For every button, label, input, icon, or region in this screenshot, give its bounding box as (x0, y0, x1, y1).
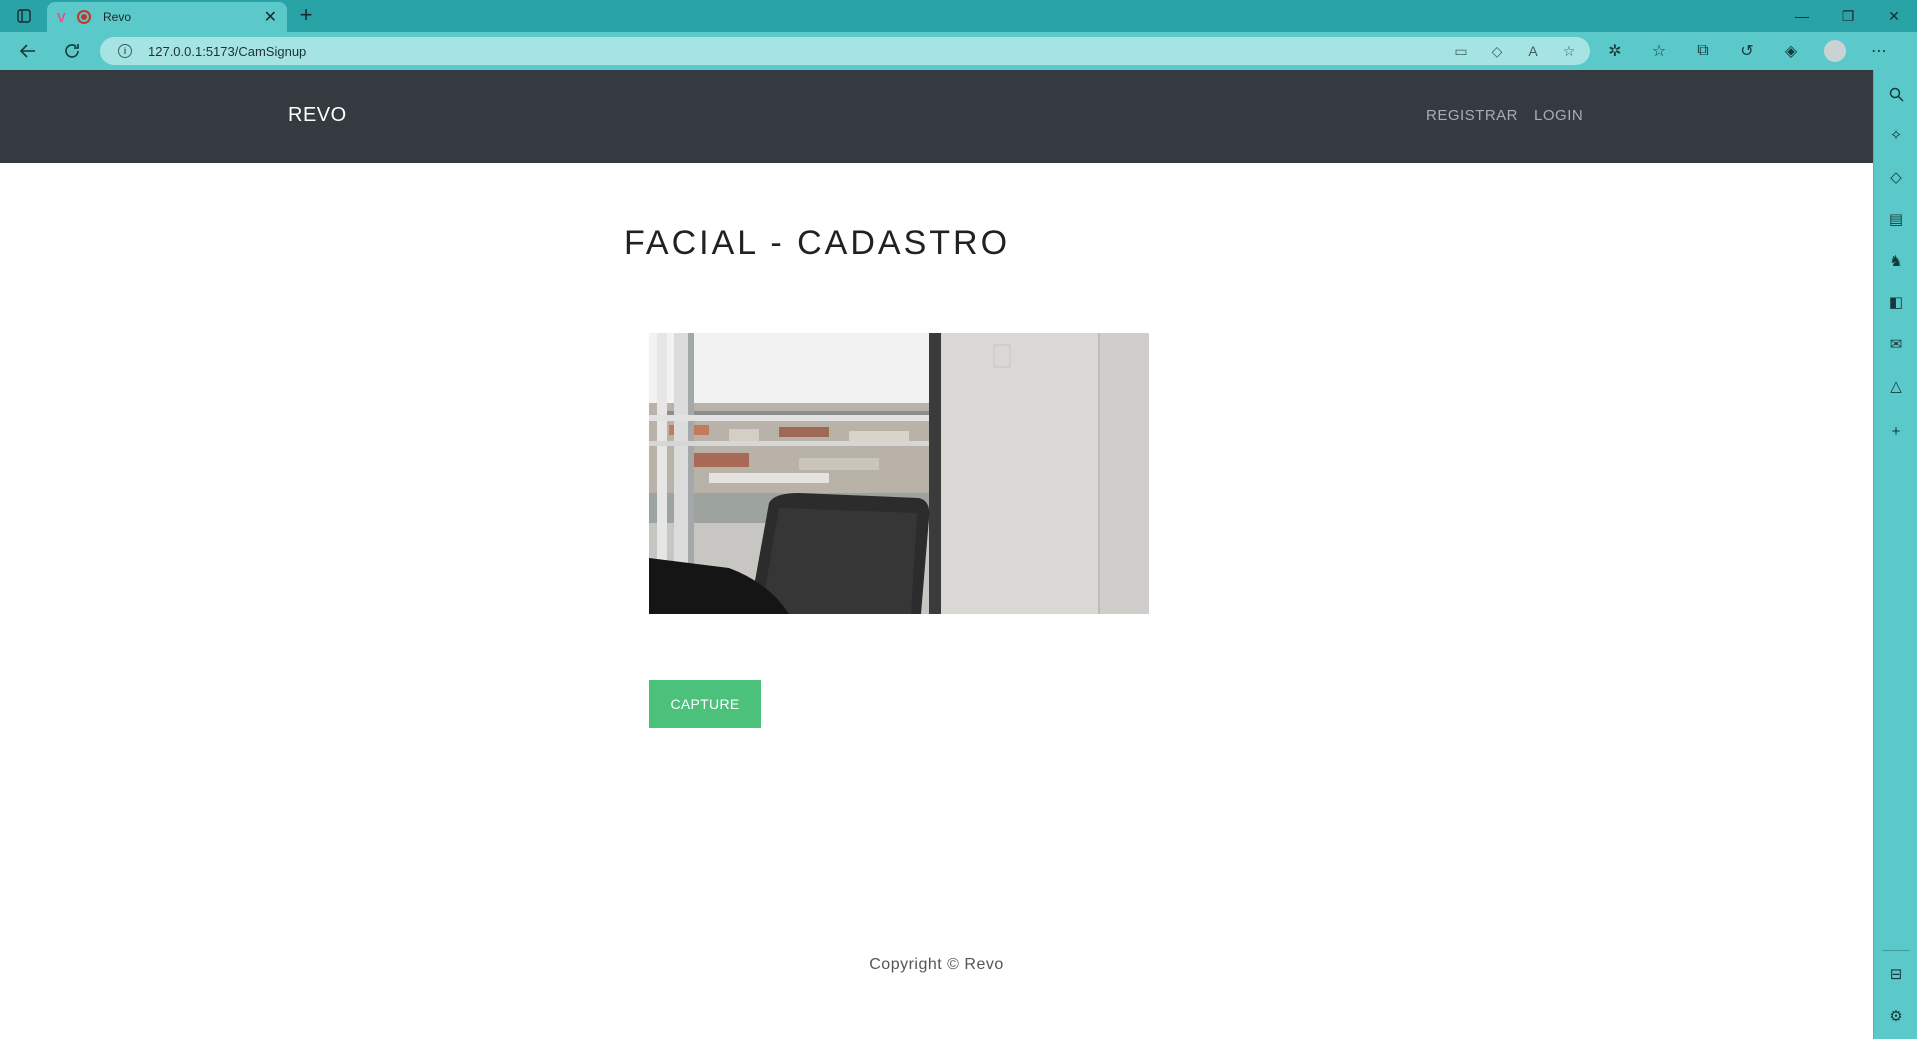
new-tab-button[interactable]: + (294, 4, 318, 28)
browser-toolbar: i 127.0.0.1:5173/CamSignup ▭ ◇ A ☆ ✲ ☆ ⧉… (0, 32, 1917, 70)
tab-actions-button[interactable] (10, 5, 38, 27)
browser-tab[interactable]: V Revo ✕ (47, 2, 287, 32)
webcam-feed (649, 333, 1149, 614)
browser-sidebar: ✧ ◇ ▤ ♞ ◧ ✉ △ + ⊟ ⚙ (1873, 70, 1917, 1039)
drop-icon[interactable]: △ (1886, 376, 1906, 396)
shopping-tag-icon[interactable]: ◇ (1886, 167, 1906, 187)
nav-links: REGISTRAR LOGIN (1426, 107, 1583, 124)
vite-favicon-icon: V (57, 9, 66, 25)
games-icon[interactable]: ♞ (1886, 251, 1906, 271)
read-aloud-icon[interactable]: A (1524, 42, 1542, 60)
history-icon[interactable]: ↺ (1732, 38, 1762, 64)
close-window-button[interactable]: ✕ (1871, 0, 1917, 32)
browser-essentials-icon[interactable]: ◈ (1776, 38, 1806, 64)
footer-copyright: Copyright © Revo (869, 956, 1004, 973)
extensions-icon[interactable]: ✲ (1600, 38, 1630, 64)
browser-tab-bar: V Revo ✕ + — ❐ ✕ (0, 0, 1917, 32)
refresh-button[interactable] (58, 38, 86, 64)
page-title: FACIAL - CADASTRO (624, 224, 1011, 262)
capture-button[interactable]: CAPTURE (649, 680, 761, 728)
back-arrow-icon (19, 44, 35, 58)
address-url[interactable]: 127.0.0.1:5173/CamSignup (148, 44, 306, 59)
minimize-button[interactable]: — (1779, 0, 1825, 32)
collections-icon[interactable]: ⧉ (1688, 38, 1718, 64)
add-sidebar-app-icon[interactable]: + (1886, 421, 1906, 441)
toolbar-actions: ✲ ☆ ⧉ ↺ ◈ ⋯ (1600, 38, 1894, 64)
settings-gear-icon[interactable]: ⚙ (1886, 1006, 1906, 1026)
site-navbar: REVO REGISTRAR LOGIN (0, 70, 1873, 163)
site-info-icon[interactable]: i (118, 44, 132, 58)
office-icon[interactable]: ◧ (1886, 292, 1906, 312)
more-menu-icon[interactable]: ⋯ (1864, 38, 1894, 64)
outlook-icon[interactable]: ✉ (1886, 334, 1906, 354)
profile-avatar[interactable] (1824, 40, 1846, 62)
favorites-icon[interactable]: ☆ (1644, 38, 1674, 64)
restore-button[interactable]: ❐ (1825, 0, 1871, 32)
hide-sidebar-icon[interactable]: ⊟ (1886, 964, 1906, 984)
tools-briefcase-icon[interactable]: ▤ (1886, 209, 1906, 229)
back-button[interactable] (14, 38, 42, 64)
webcam-image (649, 333, 1149, 614)
tab-close-icon[interactable]: ✕ (264, 7, 277, 27)
copilot-icon[interactable]: ✧ (1886, 125, 1906, 145)
search-icon[interactable] (1886, 84, 1906, 104)
camera-permission-icon[interactable]: ▭ (1452, 42, 1470, 60)
refresh-icon (65, 44, 79, 58)
brand-logo[interactable]: REVO (288, 104, 347, 127)
sidebar-divider (1882, 950, 1910, 951)
tab-title: Revo (103, 10, 132, 24)
recording-icon (77, 10, 91, 24)
tab-actions-icon (17, 9, 31, 23)
nav-link-registrar[interactable]: REGISTRAR (1426, 107, 1518, 124)
coupon-tag-icon[interactable]: ◇ (1488, 42, 1506, 60)
window-controls: — ❐ ✕ (1779, 0, 1917, 32)
address-bar[interactable]: i 127.0.0.1:5173/CamSignup ▭ ◇ A ☆ (100, 37, 1590, 65)
page-viewport: REVO REGISTRAR LOGIN FACIAL - CADASTRO C… (0, 70, 1873, 1039)
add-favorite-icon[interactable]: ☆ (1560, 42, 1578, 60)
nav-link-login[interactable]: LOGIN (1534, 107, 1583, 124)
